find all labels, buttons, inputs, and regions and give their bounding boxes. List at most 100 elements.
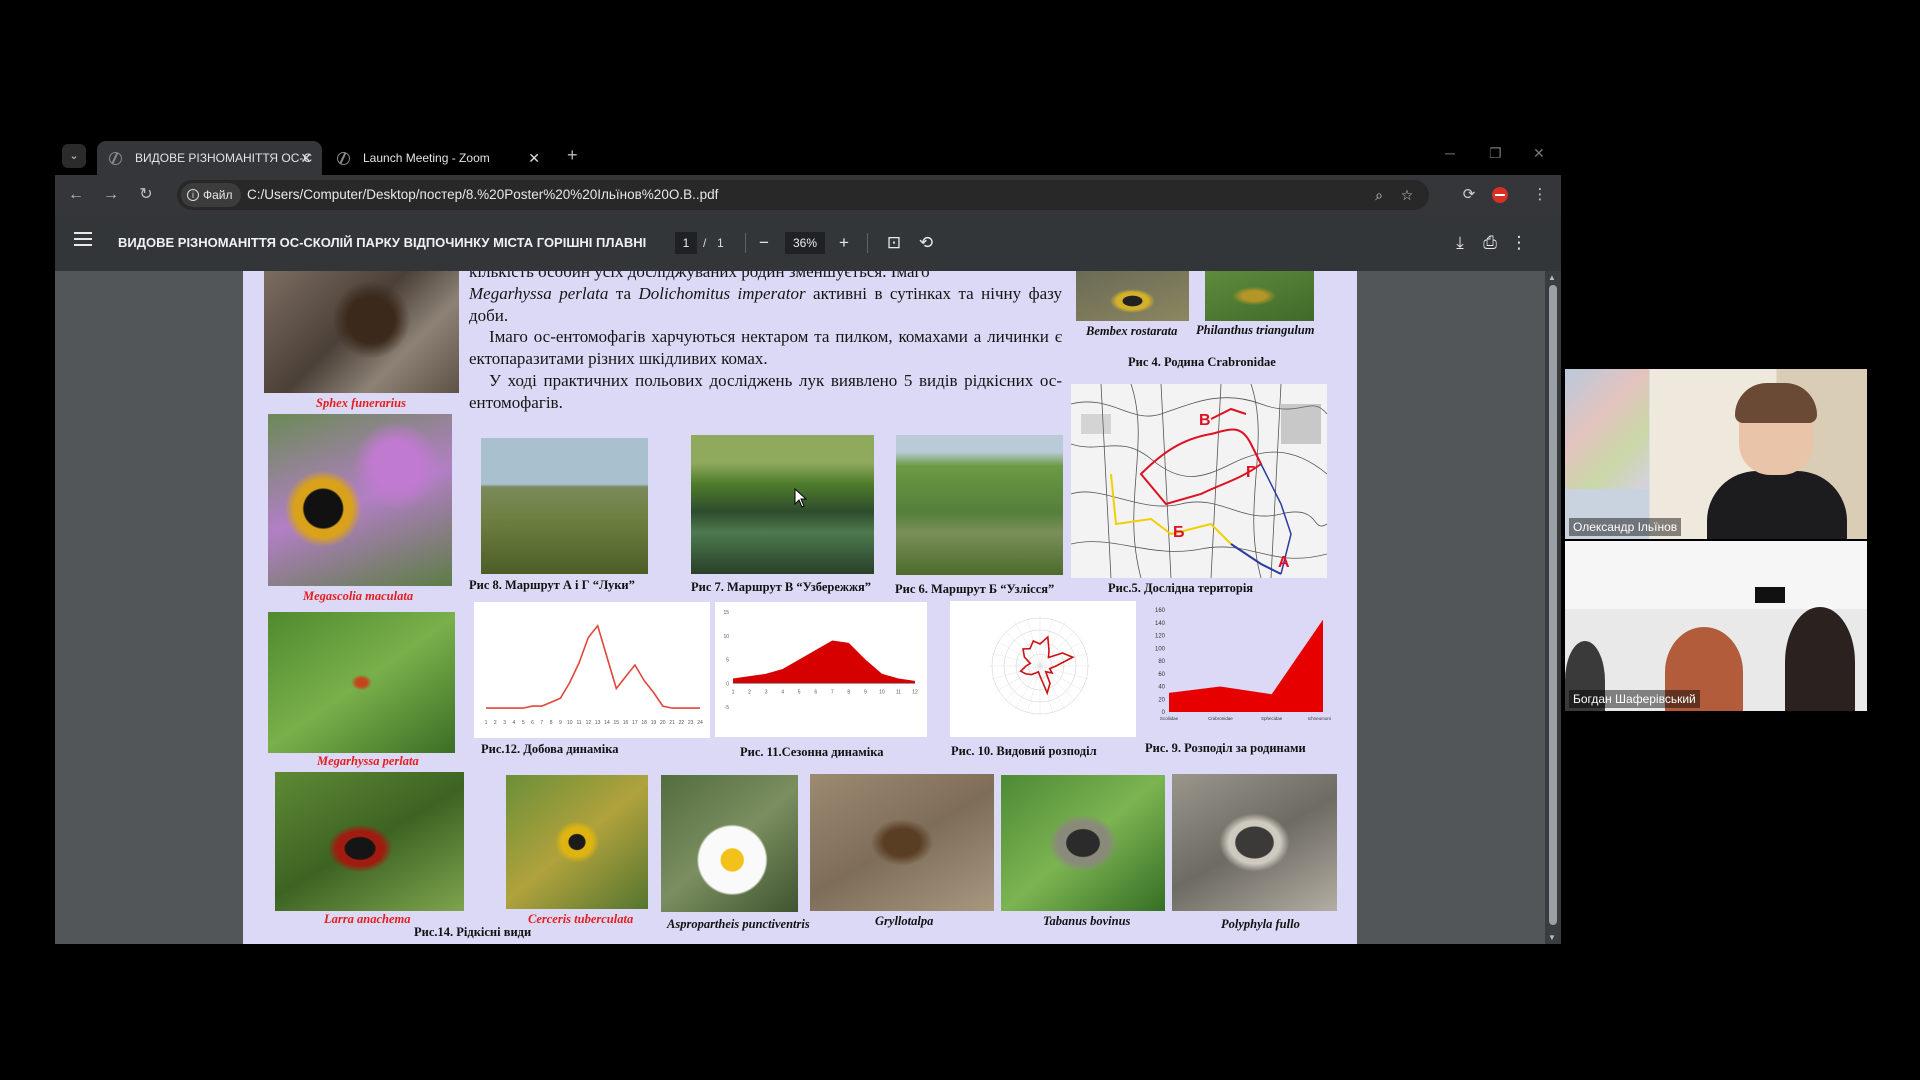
globe-icon	[337, 152, 350, 165]
page-separator: /	[703, 236, 707, 250]
new-tab-button[interactable]: +	[567, 145, 578, 166]
extensions-icon[interactable]: ⟳	[1458, 184, 1480, 206]
x-tick-label: 12	[912, 689, 918, 695]
scroll-up-icon[interactable]: ▲	[1548, 273, 1556, 282]
x-tick-label: 18	[641, 720, 647, 726]
rotate-icon[interactable]: ⟲	[914, 231, 938, 255]
divider	[745, 233, 746, 253]
tab-strip: ⌄ ВИДОВЕ РІЗНОМАНІТТЯ ОС-С ✕ Launch Meet…	[55, 139, 1561, 175]
y-tick-label: 5	[726, 658, 729, 664]
y-tick-label: 20	[1158, 697, 1165, 703]
x-tick-label: 11	[896, 689, 901, 695]
page-number-input[interactable]: 1	[675, 232, 697, 254]
x-tick-label: 6	[814, 689, 817, 695]
browser-toolbar: ← → ↻ i Файл C:/Users/Computer/Desktop/п…	[55, 175, 1561, 215]
x-tick-label: 2	[748, 689, 751, 695]
back-icon[interactable]: ←	[65, 184, 87, 206]
close-tab-icon[interactable]: ✕	[300, 141, 312, 175]
zoom-out-button[interactable]: −	[752, 231, 776, 255]
address-bar[interactable]: i Файл C:/Users/Computer/Desktop/постер/…	[177, 180, 1429, 210]
site-info-chip[interactable]: i Файл	[181, 183, 241, 207]
participant-video-tile[interactable]: Олександр Ільїнов	[1565, 369, 1867, 539]
zoom-icon[interactable]: ⌕	[1369, 185, 1389, 205]
scrollbar-thumb[interactable]	[1549, 285, 1557, 925]
participant-name: Богдан Шаферівський	[1569, 690, 1700, 708]
star-icon[interactable]: ☆	[1397, 185, 1417, 205]
pdf-viewport[interactable]: Sphex funerarius Megascolia maculata Meg…	[55, 271, 1561, 944]
minimize-button[interactable]: ─	[1445, 145, 1455, 161]
window-close-button[interactable]: ✕	[1533, 145, 1545, 162]
print-icon[interactable]: ⎙	[1478, 231, 1502, 255]
poster-paragraph-1: кількість особин усіх досліджуваних роди…	[469, 271, 1063, 325]
x-tick-label: 20	[660, 720, 666, 726]
tab-zoom[interactable]: Launch Meeting - Zoom ✕	[325, 141, 550, 175]
forward-icon[interactable]: →	[100, 184, 122, 206]
map-label-a: А	[1278, 554, 1290, 571]
photo-bembex	[1076, 271, 1189, 321]
participant-avatar	[1707, 383, 1847, 539]
profile-icon[interactable]	[1492, 187, 1508, 203]
y-tick-label: 160	[1155, 608, 1166, 614]
map-label-b: Б	[1173, 524, 1185, 541]
reload-icon[interactable]: ↻	[135, 184, 157, 206]
info-icon: i	[187, 189, 199, 201]
participant-video-tile[interactable]: Богдан Шаферівський	[1565, 541, 1867, 711]
x-tick-label: 21	[669, 720, 675, 726]
x-tick-label: 9	[864, 689, 867, 695]
figure-caption: Рис. 10. Видовий розподіл	[951, 744, 1097, 758]
zoom-level-input[interactable]: 36%	[785, 232, 825, 254]
tab-pdf[interactable]: ВИДОВЕ РІЗНОМАНІТТЯ ОС-С ✕	[97, 141, 322, 175]
photo-route-v	[691, 435, 874, 574]
x-tick-label: 4	[513, 720, 516, 726]
x-tick-label: Ichneumonidae	[1308, 716, 1331, 721]
tab-search-button[interactable]: ⌄	[62, 144, 86, 168]
figure-caption: Рис.5. Дослідна територія	[1108, 581, 1254, 595]
radar-spoke	[1039, 630, 1076, 667]
url-text[interactable]: C:/Users/Computer/Desktop/постер/8.%20Po…	[247, 180, 718, 210]
photo-sphex	[264, 271, 459, 393]
fit-page-icon[interactable]: ⊡	[882, 231, 906, 255]
participant-avatar	[1785, 607, 1855, 711]
map-label-v: В	[1199, 412, 1211, 429]
x-tick-label: 7	[540, 720, 543, 726]
species-label: Aspropartheis punctiventris	[667, 917, 810, 931]
x-tick-label: 6	[531, 720, 534, 726]
radar-spoke	[996, 665, 1041, 692]
species-label: Gryllotalpa	[875, 914, 934, 928]
tab-title: ВИДОВЕ РІЗНОМАНІТТЯ ОС-С	[135, 151, 313, 165]
pdf-toolbar: ВИДОВЕ РІЗНОМАНІТТЯ ОС-СКОЛІЙ ПАРКУ ВІДП…	[55, 215, 1561, 271]
photo-philanthus	[1205, 271, 1314, 321]
series-line	[486, 624, 700, 709]
photo-aspro	[661, 775, 798, 912]
x-tick-label: 4	[781, 689, 784, 695]
globe-icon	[109, 152, 122, 165]
chart-seasonal-dynamics: 15 10 5 0 -5 1 2 3 4 5 6 7 8 9 10 11 12	[715, 602, 927, 737]
figure-caption: Рис 4. Родина Crabronidae	[1128, 355, 1276, 369]
x-tick-label: 12	[586, 720, 592, 726]
more-options-icon[interactable]: ⋮	[1507, 231, 1531, 255]
figure-caption: Рис.14. Рідкісні види	[414, 925, 532, 939]
pdf-scrollbar[interactable]: ▲ ▼	[1545, 271, 1561, 944]
pdf-sidebar-menu-icon[interactable]	[74, 232, 92, 246]
x-tick-label: 1	[732, 689, 735, 695]
restore-button[interactable]: ❐	[1489, 145, 1502, 162]
radar-spoke	[1039, 622, 1066, 667]
y-tick-label: 40	[1158, 685, 1165, 691]
chart-daily-dynamics: 1 2 3 4 5 6 7 8 9 10 11 12 13 14 15 16 17 18 19 20 21 22 23 24	[474, 602, 710, 738]
photo-gryllotalpa	[810, 774, 994, 911]
menu-icon[interactable]: ⋮	[1529, 184, 1551, 206]
research-area-map: В Г Б А	[1071, 384, 1327, 578]
photo-tabanus	[1001, 775, 1165, 911]
download-icon[interactable]: ⤓	[1448, 231, 1472, 255]
projector-shape	[1755, 587, 1785, 603]
species-label: Larra anachema	[324, 912, 411, 926]
close-tab-icon[interactable]: ✕	[528, 141, 540, 175]
x-tick-label: 14	[604, 720, 610, 726]
y-tick-label: -5	[725, 705, 730, 711]
x-tick-label: 11	[576, 720, 581, 726]
x-tick-label: 19	[651, 720, 657, 726]
map-label-g: Г	[1246, 464, 1256, 481]
zoom-in-button[interactable]: +	[832, 231, 856, 255]
scroll-down-icon[interactable]: ▼	[1548, 933, 1556, 942]
x-tick-label: 8	[550, 720, 553, 726]
